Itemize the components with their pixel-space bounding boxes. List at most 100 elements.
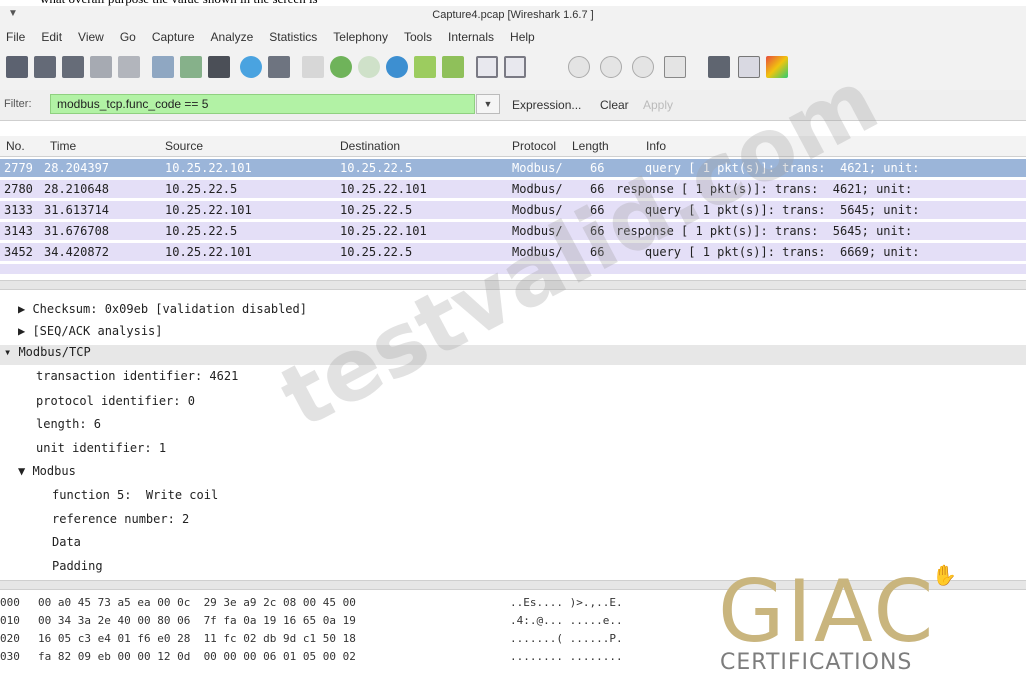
close-file-icon[interactable] <box>208 56 230 78</box>
menu-edit[interactable]: Edit <box>33 30 70 44</box>
packet-time: 28.210648 <box>44 182 110 196</box>
interfaces-icon[interactable] <box>6 56 28 78</box>
menu-analyze[interactable]: Analyze <box>203 30 262 44</box>
packet-row[interactable]: 3452 34.420872 10.25.22.101 10.25.22.5 M… <box>0 243 1026 261</box>
hex-offset: 000 <box>0 596 20 609</box>
column-header-time[interactable]: Time <box>50 139 76 153</box>
menu-statistics[interactable]: Statistics <box>261 30 325 44</box>
go-forward-icon[interactable] <box>358 56 380 78</box>
clear-button[interactable]: Clear <box>600 98 629 112</box>
column-header-length[interactable]: Length <box>572 139 609 153</box>
packet-row[interactable]: 2779 28.204397 10.25.22.101 10.25.22.5 M… <box>0 159 1026 177</box>
detail-transaction-identifier[interactable]: transaction identifier: 4621 <box>36 369 238 389</box>
packet-destination: 10.25.22.101 <box>340 224 427 238</box>
restart-capture-icon[interactable] <box>118 56 140 78</box>
hand-cursor-icon: ✋ <box>932 565 957 587</box>
detail-data[interactable]: Data <box>52 535 81 555</box>
autoscroll-icon[interactable] <box>504 56 526 78</box>
packet-length: 66 <box>590 161 605 175</box>
packet-destination: 10.25.22.5 <box>340 245 413 259</box>
stop-capture-icon[interactable] <box>90 56 112 78</box>
logo-sub-text: CERTIFICATIONS <box>720 650 913 675</box>
detail-padding[interactable]: Padding <box>52 559 103 579</box>
pane-splitter[interactable] <box>0 280 1026 290</box>
menu-internals[interactable]: Internals <box>440 30 502 44</box>
resize-columns-icon[interactable] <box>664 56 686 78</box>
colorize-icon[interactable] <box>476 56 498 78</box>
capture-options-icon[interactable] <box>34 56 56 78</box>
packet-time: 31.613714 <box>44 203 110 217</box>
packet-row[interactable]: 3143 31.676708 10.25.22.5 10.25.22.101 M… <box>0 222 1026 240</box>
column-header-info[interactable]: Info <box>646 139 666 153</box>
menu-tools[interactable]: Tools <box>396 30 440 44</box>
packet-row[interactable]: 2780 28.210648 10.25.22.5 10.25.22.101 M… <box>0 180 1026 198</box>
packet-destination: 10.25.22.101 <box>340 182 427 196</box>
detail-length[interactable]: length: 6 <box>36 417 101 437</box>
packet-info: response [ 1 pkt(s)]: trans: 5645; unit: <box>616 224 913 238</box>
print-icon[interactable] <box>268 56 290 78</box>
menu-telephony[interactable]: Telephony <box>325 30 396 44</box>
hex-ascii: ..Es.... )>.,..E. <box>510 596 623 609</box>
packet-destination: 10.25.22.5 <box>340 161 413 175</box>
packet-no: 3133 <box>4 203 33 217</box>
packet-source: 10.25.22.101 <box>165 203 252 217</box>
detail-seq-ack-analysis[interactable]: ▶ [SEQ/ACK analysis] <box>18 324 163 344</box>
packet-time: 34.420872 <box>44 245 110 259</box>
display-filter-input[interactable]: modbus_tcp.func_code == 5 <box>50 94 475 114</box>
go-to-packet-icon[interactable] <box>386 56 408 78</box>
menu-help[interactable]: Help <box>502 30 543 44</box>
packet-protocol: Modbus/ <box>512 161 563 175</box>
zoom-normal-icon[interactable] <box>632 56 654 78</box>
packet-info: query [ 1 pkt(s)]: trans: 5645; unit: <box>616 203 920 217</box>
column-header-destination[interactable]: Destination <box>340 139 400 153</box>
packet-length: 66 <box>590 182 605 196</box>
reload-icon[interactable] <box>240 56 262 78</box>
packet-length: 66 <box>590 203 605 217</box>
menu-capture[interactable]: Capture <box>144 30 203 44</box>
giac-logo: GIAC CERTIFICATIONS <box>718 562 1018 680</box>
detail-reference-number[interactable]: reference number: 2 <box>52 512 189 532</box>
go-first-icon[interactable] <box>414 56 436 78</box>
window-title: Capture4.pcap [Wireshark 1.6.7 ] <box>432 9 594 21</box>
hex-ascii: .......( ......P. <box>510 632 623 645</box>
start-capture-icon[interactable] <box>62 56 84 78</box>
packet-row-partial[interactable] <box>0 264 1026 274</box>
capture-filters-icon[interactable] <box>708 56 730 78</box>
zoom-in-icon[interactable] <box>568 56 590 78</box>
detail-function[interactable]: function 5: Write coil <box>52 488 218 508</box>
display-filters-icon[interactable] <box>738 56 760 78</box>
column-header-source[interactable]: Source <box>165 139 203 153</box>
go-back-icon[interactable] <box>330 56 352 78</box>
menu-bar: File Edit View Go Capture Analyze Statis… <box>0 26 1026 48</box>
open-file-icon[interactable] <box>152 56 174 78</box>
packet-no: 2779 <box>4 161 33 175</box>
hex-ascii: .4:.@... .....e.. <box>510 614 623 627</box>
expression-button[interactable]: Expression... <box>512 98 581 112</box>
detail-modbus[interactable]: ▼ Modbus <box>18 464 76 484</box>
menu-file[interactable]: File <box>0 30 33 44</box>
packet-length: 66 <box>590 224 605 238</box>
find-icon[interactable] <box>302 56 324 78</box>
save-file-icon[interactable] <box>180 56 202 78</box>
column-header-no[interactable]: No. <box>6 139 25 153</box>
packet-protocol: Modbus/ <box>512 182 563 196</box>
packet-source: 10.25.22.101 <box>165 161 252 175</box>
packet-row[interactable]: 3133 31.613714 10.25.22.101 10.25.22.5 M… <box>0 201 1026 219</box>
apply-button[interactable]: Apply <box>643 98 673 112</box>
menu-go[interactable]: Go <box>112 30 144 44</box>
hex-offset: 020 <box>0 632 20 645</box>
packet-protocol: Modbus/ <box>512 224 563 238</box>
menu-view[interactable]: View <box>70 30 112 44</box>
main-toolbar <box>0 48 1026 91</box>
detail-modbus-tcp[interactable]: ▾ Modbus/TCP <box>0 345 1026 365</box>
zoom-out-icon[interactable] <box>600 56 622 78</box>
detail-checksum[interactable]: ▶ Checksum: 0x09eb [validation disabled] <box>18 302 307 322</box>
detail-protocol-identifier[interactable]: protocol identifier: 0 <box>36 394 195 414</box>
filter-history-dropdown-icon[interactable]: ▼ <box>476 94 500 114</box>
filter-toolbar: Filter: modbus_tcp.func_code == 5 ▼ Expr… <box>0 90 1026 121</box>
column-header-protocol[interactable]: Protocol <box>512 139 556 153</box>
go-last-icon[interactable] <box>442 56 464 78</box>
coloring-rules-icon[interactable] <box>766 56 788 78</box>
detail-unit-identifier[interactable]: unit identifier: 1 <box>36 441 166 461</box>
packet-no: 2780 <box>4 182 33 196</box>
